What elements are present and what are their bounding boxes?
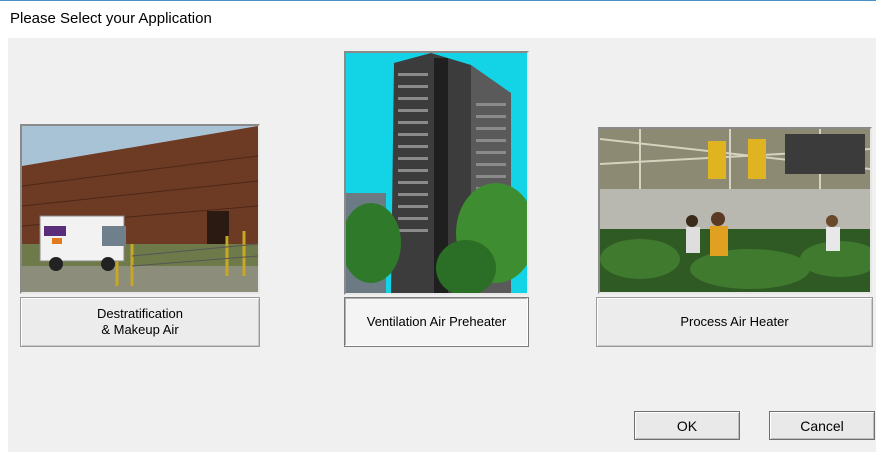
ventilation-button-label: Ventilation Air Preheater (366, 314, 507, 329)
ok-button-label: OK (676, 417, 698, 434)
destratification-button-label: Destratification & Makeup Air (97, 306, 183, 337)
building-image (346, 53, 527, 293)
ok-button[interactable]: OK (634, 411, 740, 440)
ventilation-photo[interactable] (344, 51, 529, 295)
dialog-title: Please Select your Application (10, 10, 212, 27)
destratification-button[interactable]: Destratification & Makeup Air (20, 297, 260, 347)
cancel-button[interactable]: Cancel (769, 411, 875, 440)
ventilation-air-preheater-button[interactable]: Ventilation Air Preheater (344, 297, 529, 347)
dialog-title-bar: Please Select your Application (0, 0, 876, 38)
process-air-button-label: Process Air Heater (680, 314, 789, 329)
truck-warehouse-image (22, 126, 258, 292)
process-air-photo[interactable] (598, 127, 872, 294)
process-air-heater-button[interactable]: Process Air Heater (596, 297, 873, 347)
destratification-photo[interactable] (20, 124, 260, 294)
greenhouse-image (600, 129, 870, 292)
cancel-button-label: Cancel (800, 417, 844, 434)
